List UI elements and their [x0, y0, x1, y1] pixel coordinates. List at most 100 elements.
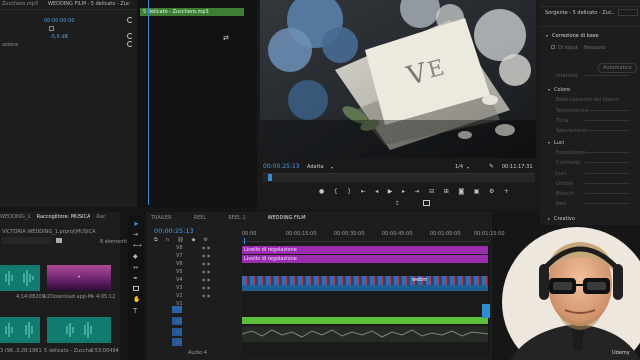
- reset-icon[interactable]: [127, 17, 133, 23]
- source-patch-a1[interactable]: [172, 317, 182, 325]
- section-luci[interactable]: Luci: [554, 140, 564, 146]
- mark-out-icon[interactable]: }: [347, 188, 351, 196]
- timeline-tab-active[interactable]: WEDDING FILM: [268, 215, 306, 221]
- timeline-timecode[interactable]: 00:00:25:13: [154, 227, 194, 235]
- lift-icon[interactable]: ⊟: [429, 188, 434, 196]
- settings-icon[interactable]: ⚙: [203, 237, 207, 243]
- extract-icon[interactable]: ⊞: [444, 188, 449, 196]
- go-to-in-icon[interactable]: ⇤: [361, 188, 366, 196]
- eye-icon[interactable]: ◉ ◉: [202, 285, 210, 290]
- rectangle-icon[interactable]: [133, 286, 139, 291]
- eye-icon[interactable]: ◉ ◉: [202, 245, 210, 250]
- contrast-slider[interactable]: [585, 162, 630, 163]
- program-timecode[interactable]: 00:00:25:13: [263, 163, 300, 170]
- chevron-down-icon[interactable]: ▾: [548, 87, 550, 92]
- reset-icon[interactable]: [127, 33, 133, 39]
- clip-video-webm[interactable]: webm: [242, 276, 488, 285]
- hand-icon[interactable]: ✋: [133, 296, 140, 303]
- project-thumb-audio-1[interactable]: [0, 265, 40, 291]
- program-playhead[interactable]: [268, 174, 272, 181]
- track-v7[interactable]: V7: [176, 253, 183, 259]
- eye-icon[interactable]: ◉ ◉: [202, 269, 210, 274]
- export-frame-icon[interactable]: ⇪: [395, 200, 400, 207]
- clip-adjustment-layer-1[interactable]: Livello di regolazione: [242, 246, 488, 254]
- play-icon[interactable]: ▶: [388, 188, 393, 196]
- program-quality-dropdown[interactable]: 1/4: [455, 164, 463, 170]
- safe-margins-icon[interactable]: [423, 200, 430, 206]
- clip-audio-a1[interactable]: [242, 317, 488, 324]
- wrench-icon[interactable]: ⇄: [223, 34, 229, 42]
- add-icon[interactable]: +: [504, 188, 509, 196]
- source-mini-clip[interactable]: 5 delicato - Zucchero.mp3: [140, 8, 244, 16]
- chevron-down-icon[interactable]: ▾: [331, 165, 333, 170]
- highlights-slider[interactable]: [585, 173, 630, 174]
- track-select-icon[interactable]: ⇥: [133, 231, 138, 238]
- marker-icon[interactable]: ◆: [192, 237, 196, 243]
- auto-button[interactable]: Automatico: [598, 63, 637, 73]
- wrench-icon[interactable]: ✎: [489, 163, 494, 170]
- project-thumb-audio-2[interactable]: [0, 317, 40, 343]
- lumetri-source-dropdown[interactable]: Sorgente - 5 delicato - Zuc...: [545, 10, 615, 16]
- chevron-down-icon[interactable]: ▾: [467, 165, 469, 170]
- step-forward-icon[interactable]: ▸: [402, 188, 405, 196]
- track-v5[interactable]: V5: [176, 269, 183, 275]
- chevron-down-icon[interactable]: ▾: [546, 33, 548, 38]
- project-tab[interactable]: Rac: [96, 214, 105, 222]
- chevron-down-icon[interactable]: ▾: [548, 140, 550, 145]
- project-thumb-audio-3[interactable]: [47, 317, 111, 343]
- lut-checkbox[interactable]: [551, 45, 555, 49]
- go-to-out-icon[interactable]: ⇥: [415, 188, 420, 196]
- clip-adjustment-layer-2[interactable]: Livello di regolazione: [242, 255, 488, 263]
- program-video-frame[interactable]: V E: [260, 0, 536, 158]
- clip-end-marker[interactable]: [482, 304, 490, 318]
- intensity-slider[interactable]: [585, 75, 630, 76]
- search-input[interactable]: [2, 237, 52, 244]
- add-marker-icon[interactable]: ●: [319, 188, 324, 196]
- chevron-right-icon[interactable]: ▸: [548, 216, 550, 221]
- program-fit-dropdown[interactable]: Adatta: [307, 164, 324, 170]
- source-timecode[interactable]: 00:00:00:00: [44, 18, 75, 24]
- source-tab[interactable]: WEDDING FILM : 5 delicato - Zucch...: [48, 1, 130, 7]
- lumetri-source-box[interactable]: [618, 9, 638, 16]
- linked-icon[interactable]: ⛓: [177, 237, 183, 243]
- track-v4[interactable]: V4: [176, 277, 183, 283]
- whites-slider[interactable]: [585, 193, 630, 194]
- pen-icon[interactable]: ✒: [133, 275, 138, 282]
- exposure-slider[interactable]: [585, 152, 630, 153]
- source-patch-a2[interactable]: [172, 328, 182, 336]
- snap-icon[interactable]: ∩: [166, 237, 170, 243]
- eye-icon[interactable]: ◉ ◉: [202, 277, 210, 282]
- timeline-tab[interactable]: REEL: [194, 215, 207, 221]
- track-v3[interactable]: V3: [176, 285, 183, 291]
- shadows-slider[interactable]: [585, 183, 630, 184]
- lut-value[interactable]: Nessuno: [584, 45, 605, 51]
- folder-icon[interactable]: [56, 238, 62, 243]
- track-v8[interactable]: V8: [176, 245, 183, 251]
- project-tab[interactable]: WEDDING_1: [0, 214, 31, 222]
- project-tab-active[interactable]: Raccoglitore: MUSICA: [37, 214, 91, 222]
- timeline-ruler[interactable]: 00:00 00:00:15:00 00:00:30:00 00:00:45:0…: [242, 230, 505, 242]
- saturation-slider[interactable]: [585, 130, 630, 131]
- razor-icon[interactable]: ◆: [133, 253, 138, 260]
- eye-icon[interactable]: ◉ ◉: [202, 293, 210, 298]
- eye-icon[interactable]: ◉ ◉: [202, 261, 210, 266]
- timeline-tab[interactable]: TRAILER: [151, 215, 172, 221]
- clip-audio-a2[interactable]: [242, 326, 488, 342]
- compare-icon[interactable]: ▣: [474, 188, 480, 196]
- settings-icon[interactable]: ⚙: [489, 188, 494, 196]
- track-v2[interactable]: V2: [176, 293, 183, 299]
- mark-in-icon[interactable]: {: [334, 188, 338, 196]
- selection-tool-icon[interactable]: ➤: [133, 220, 139, 228]
- blacks-slider[interactable]: [585, 203, 630, 204]
- source-gain-value[interactable]: ‐5,6 dB: [50, 34, 68, 40]
- source-playhead[interactable]: [148, 0, 149, 205]
- ripple-edit-icon[interactable]: ⟷: [133, 242, 142, 249]
- step-back-icon[interactable]: ◂: [375, 188, 378, 196]
- eye-icon[interactable]: ◉ ◉: [202, 253, 210, 258]
- source-patch-v1[interactable]: [172, 306, 182, 313]
- section-correzione[interactable]: Correzione di base: [552, 33, 599, 39]
- temperature-slider[interactable]: [585, 110, 630, 111]
- track-v6[interactable]: V6: [176, 261, 183, 267]
- reset-icon[interactable]: [127, 41, 133, 47]
- slip-icon[interactable]: ↔: [133, 264, 138, 271]
